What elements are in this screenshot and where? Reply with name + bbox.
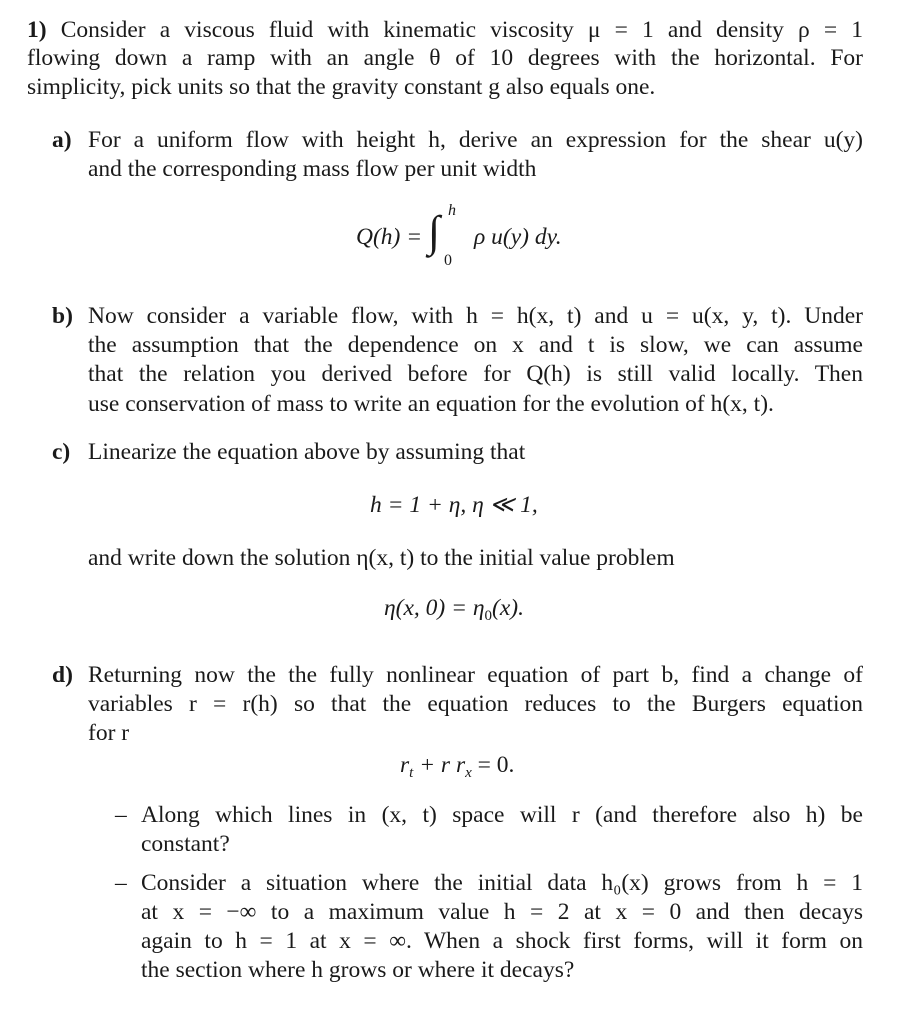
bullet-dash-2: – [115,870,127,896]
part-d-label: d) [52,662,73,688]
problem-document: 1) Consider a viscous fluid with kinemat… [0,0,918,1024]
integral-upper-limit: h [448,202,456,219]
part-a-line-1: For a uniform flow with height h, derive… [88,127,863,153]
part-c-label: c) [52,439,71,465]
part-d-line-2: variables r = r(h) so that the equation … [88,691,863,717]
bullet-1-line-2: constant? [141,831,230,857]
linearization-equation: h = 1 + η, η ≪ 1, [370,492,538,518]
part-a-line-2: and the corresponding mass flow per unit… [88,156,537,182]
part-b-line-4: use conservation of mass to write an equ… [88,391,774,417]
part-b-line-3: that the relation you derived before for… [88,361,863,387]
initial-condition-equation: η(x, 0) = η0(x). [384,595,524,624]
part-b-line-2: the assumption that the dependence on x … [88,332,863,358]
bullet-dash-1: – [115,802,127,828]
intro-line-3: simplicity, pick units so that the gravi… [27,74,656,100]
part-a-label: a) [52,127,72,153]
bullet-1-line-1: Along which lines in (x, t) space will r… [141,802,863,828]
part-d-line-3: for r [88,720,130,746]
problem-number: 1) [27,17,47,43]
eq-lhs: Q(h) = [356,224,423,250]
intro-line-2: flowing down a ramp with an angle θ of 1… [27,45,863,71]
bullet-2-line-1: Consider a situation where the initial d… [141,870,863,896]
eq-integrand: ρ u(y) dy. [474,224,562,250]
bullet-2-line-4: the section where h grows or where it de… [141,957,575,983]
part-c-line-1: Linearize the equation above by assuming… [88,439,526,465]
integral-sign: ∫ [428,207,441,256]
part-b-line-1: Now consider a variable flow, with h = h… [88,303,863,329]
part-b-label: b) [52,303,73,329]
intro-line-1: 1) Consider a viscous fluid with kinemat… [27,17,863,43]
bullet-2-line-3: again to h = 1 at x = ∞. When a shock fi… [141,928,863,954]
integral-lower-limit: 0 [444,252,452,269]
part-d-line-1: Returning now the the fully nonlinear eq… [88,662,863,688]
bullet-2-line-2: at x = −∞ to a maximum value h = 2 at x … [141,899,863,925]
burgers-equation: rt + r rx = 0. [400,752,515,781]
part-c-line-2: and write down the solution η(x, t) to t… [88,545,675,571]
